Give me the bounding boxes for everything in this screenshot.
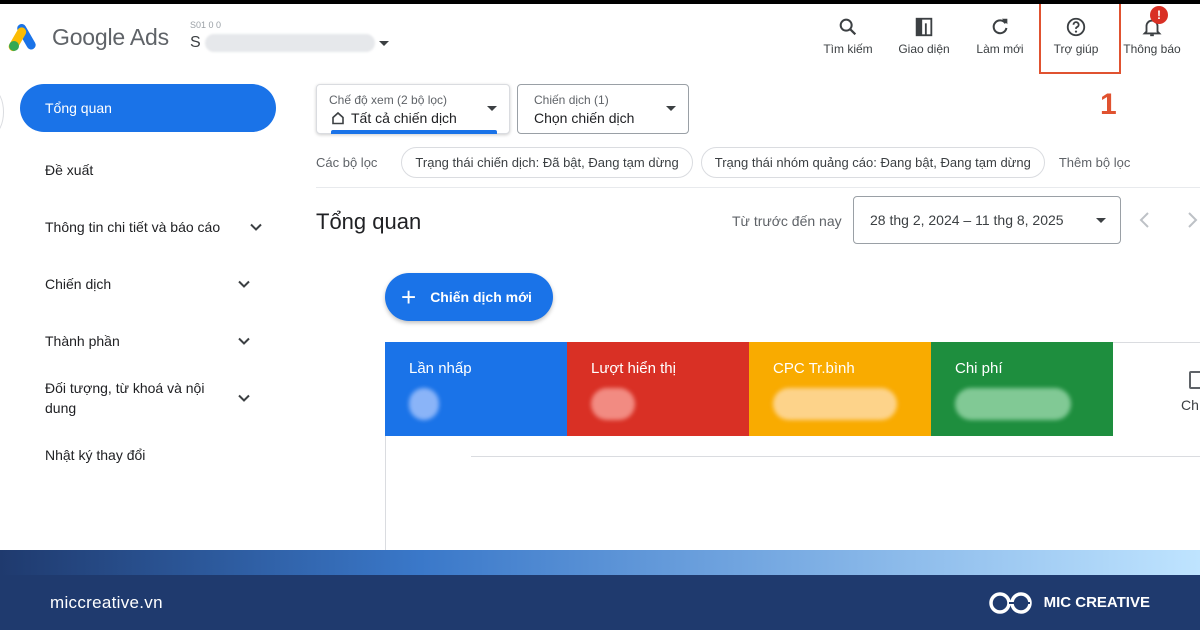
new-campaign-label: Chiến dịch mới xyxy=(430,289,532,305)
page-title: Tổng quan xyxy=(316,209,422,234)
chevron-down-icon xyxy=(238,280,250,288)
divider xyxy=(316,187,1200,188)
sidebar-item-label: Thành phần xyxy=(45,332,120,349)
metric-value-redacted xyxy=(955,388,1071,420)
sidebar-item-overview[interactable]: Tổng quan xyxy=(20,84,276,132)
appearance-button[interactable]: Giao diện xyxy=(886,10,962,74)
chevron-down-icon xyxy=(487,106,497,111)
metric-label: Lượt hiển thị xyxy=(591,360,676,377)
notifications-button[interactable]: ! Thông báo xyxy=(1114,6,1190,74)
refresh-icon xyxy=(992,18,1008,35)
metric-card-cost[interactable]: Chi phí xyxy=(931,342,1113,436)
campaign-status-filter-chip[interactable]: Trạng thái chiến dịch: Đã bật, Đang tạm … xyxy=(401,147,693,178)
view-mode-value: Tất cả chiến dịch xyxy=(351,110,457,126)
metric-cards: Lần nhấp Lượt hiển thị CPC Tr.bình Chi p… xyxy=(385,342,1200,436)
view-mode-label: Chế độ xem (2 bộ lọc) xyxy=(329,93,448,107)
sidebar-item-label: Thông tin chi tiết và báo cáo xyxy=(45,218,221,235)
sidebar-item-assets[interactable]: Thành phần xyxy=(20,312,276,369)
top-toolbar: Tìm kiếm Giao diện Làm mới Trợ giúp ! Th… xyxy=(810,6,1190,74)
metric-card-avg-cpc[interactable]: CPC Tr.bình xyxy=(749,342,931,436)
google-ads-screen: Google Ads S01 0 0 S Tìm kiếm Giao diện … xyxy=(0,4,1200,550)
help-highlight-box xyxy=(1039,4,1121,74)
metric-card-impressions[interactable]: Lượt hiển thị xyxy=(567,342,749,436)
filters-label: Các bộ lọc xyxy=(316,155,378,170)
chart-gridline xyxy=(471,456,1200,457)
metric-label: Chi phí xyxy=(955,360,1003,377)
chevron-down-icon xyxy=(238,337,250,345)
sidebar-item-label: Tổng quan xyxy=(45,100,112,116)
search-icon xyxy=(839,18,857,36)
chevron-right-icon[interactable] xyxy=(1180,208,1200,232)
notification-badge: ! xyxy=(1150,6,1168,24)
refresh-button[interactable]: Làm mới xyxy=(962,10,1038,74)
chevron-down-icon xyxy=(666,106,676,111)
sidebar-item-campaigns[interactable]: Chiến dịch xyxy=(20,255,276,312)
add-filter-button[interactable]: Thêm bộ lọc xyxy=(1059,155,1131,170)
appearance-icon xyxy=(915,17,933,37)
campaign-label: Chiến dịch (1) xyxy=(534,93,609,107)
sidebar-nav: Tổng quan Đề xuất Thông tin chi tiết và … xyxy=(20,84,276,483)
sidebar-item-change-history[interactable]: Nhật ký thay đổi xyxy=(20,426,276,483)
chart-card-label: Ch xyxy=(1181,397,1199,413)
account-name-redacted xyxy=(204,34,375,52)
mic-creative-logo-icon xyxy=(988,591,1032,614)
account-id: S01 0 0 xyxy=(190,20,222,30)
date-range-prefix: Từ trước đến nay xyxy=(732,213,842,229)
metric-value-redacted xyxy=(409,388,439,420)
sidebar-item-insights-reports[interactable]: Thông tin chi tiết và báo cáo xyxy=(20,198,276,255)
footer-gradient-strip xyxy=(0,550,1200,575)
chevron-left-icon[interactable] xyxy=(1133,208,1157,232)
campaign-selector[interactable]: Chiến dịch (1) Chọn chiến dịch xyxy=(517,84,689,134)
step-marker: 1 xyxy=(1100,88,1117,121)
active-underline xyxy=(331,130,497,134)
footer-banner: miccreative.vn MIC CREATIVE xyxy=(0,575,1200,630)
date-range-picker[interactable]: 28 thg 2, 2024 – 11 thg 8, 2025 xyxy=(853,196,1121,244)
filter-row: Các bộ lọc Trạng thái chiến dịch: Đã bật… xyxy=(316,147,1130,178)
sidebar-item-label: Đối tượng, từ khoá và nội dung xyxy=(45,379,205,416)
chevron-down-icon xyxy=(250,223,262,231)
sidebar-item-recommendations[interactable]: Đề xuất xyxy=(20,141,276,198)
chevron-down-icon xyxy=(238,394,250,402)
performance-chart-area xyxy=(385,436,1200,550)
new-campaign-button[interactable]: + Chiến dịch mới xyxy=(385,273,553,321)
metric-label: Lần nhấp xyxy=(409,360,472,377)
sidebar-item-label: Chiến dịch xyxy=(45,275,112,292)
notifications-label: Thông báo xyxy=(1123,42,1181,56)
campaign-value: Chọn chiến dịch xyxy=(534,110,635,126)
chevron-down-icon xyxy=(1096,218,1106,223)
account-switcher[interactable]: S01 0 0 S xyxy=(190,20,389,52)
google-ads-logo-icon xyxy=(8,24,36,52)
refresh-label: Làm mới xyxy=(976,42,1024,56)
home-icon xyxy=(332,111,344,125)
chart-icon xyxy=(1189,371,1200,389)
metric-card-clicks[interactable]: Lần nhấp xyxy=(385,342,567,436)
google-ads-logo[interactable]: Google Ads xyxy=(8,22,169,52)
metric-value-redacted xyxy=(773,388,897,420)
search-button[interactable]: Tìm kiếm xyxy=(810,10,886,74)
search-label: Tìm kiếm xyxy=(823,42,873,56)
plus-icon: + xyxy=(401,282,417,312)
metric-value-redacted xyxy=(591,388,635,420)
chart-settings-card[interactable]: Ch xyxy=(1113,342,1200,436)
sidebar-item-label: Đề xuất xyxy=(45,161,94,178)
chevron-down-icon xyxy=(378,40,389,46)
sidebar-rail-edge xyxy=(0,90,4,134)
footer-brand: MIC CREATIVE xyxy=(988,590,1150,616)
date-range-value: 28 thg 2, 2024 – 11 thg 8, 2025 xyxy=(870,212,1064,228)
account-initial: S xyxy=(190,34,201,51)
appearance-label: Giao diện xyxy=(898,42,950,56)
view-mode-selector[interactable]: Chế độ xem (2 bộ lọc) Tất cả chiến dịch xyxy=(316,84,510,134)
sidebar-item-audiences-keywords[interactable]: Đối tượng, từ khoá và nội dung xyxy=(20,369,276,426)
logo-text: Google Ads xyxy=(52,23,169,50)
footer-brand-name: MIC CREATIVE xyxy=(1043,594,1150,611)
ad-group-status-filter-chip[interactable]: Trạng thái nhóm quảng cáo: Đang bật, Đan… xyxy=(700,147,1045,178)
metric-label: CPC Tr.bình xyxy=(773,360,855,377)
footer-site-url[interactable]: miccreative.vn xyxy=(50,593,163,613)
sidebar-item-label: Nhật ký thay đổi xyxy=(45,446,146,463)
